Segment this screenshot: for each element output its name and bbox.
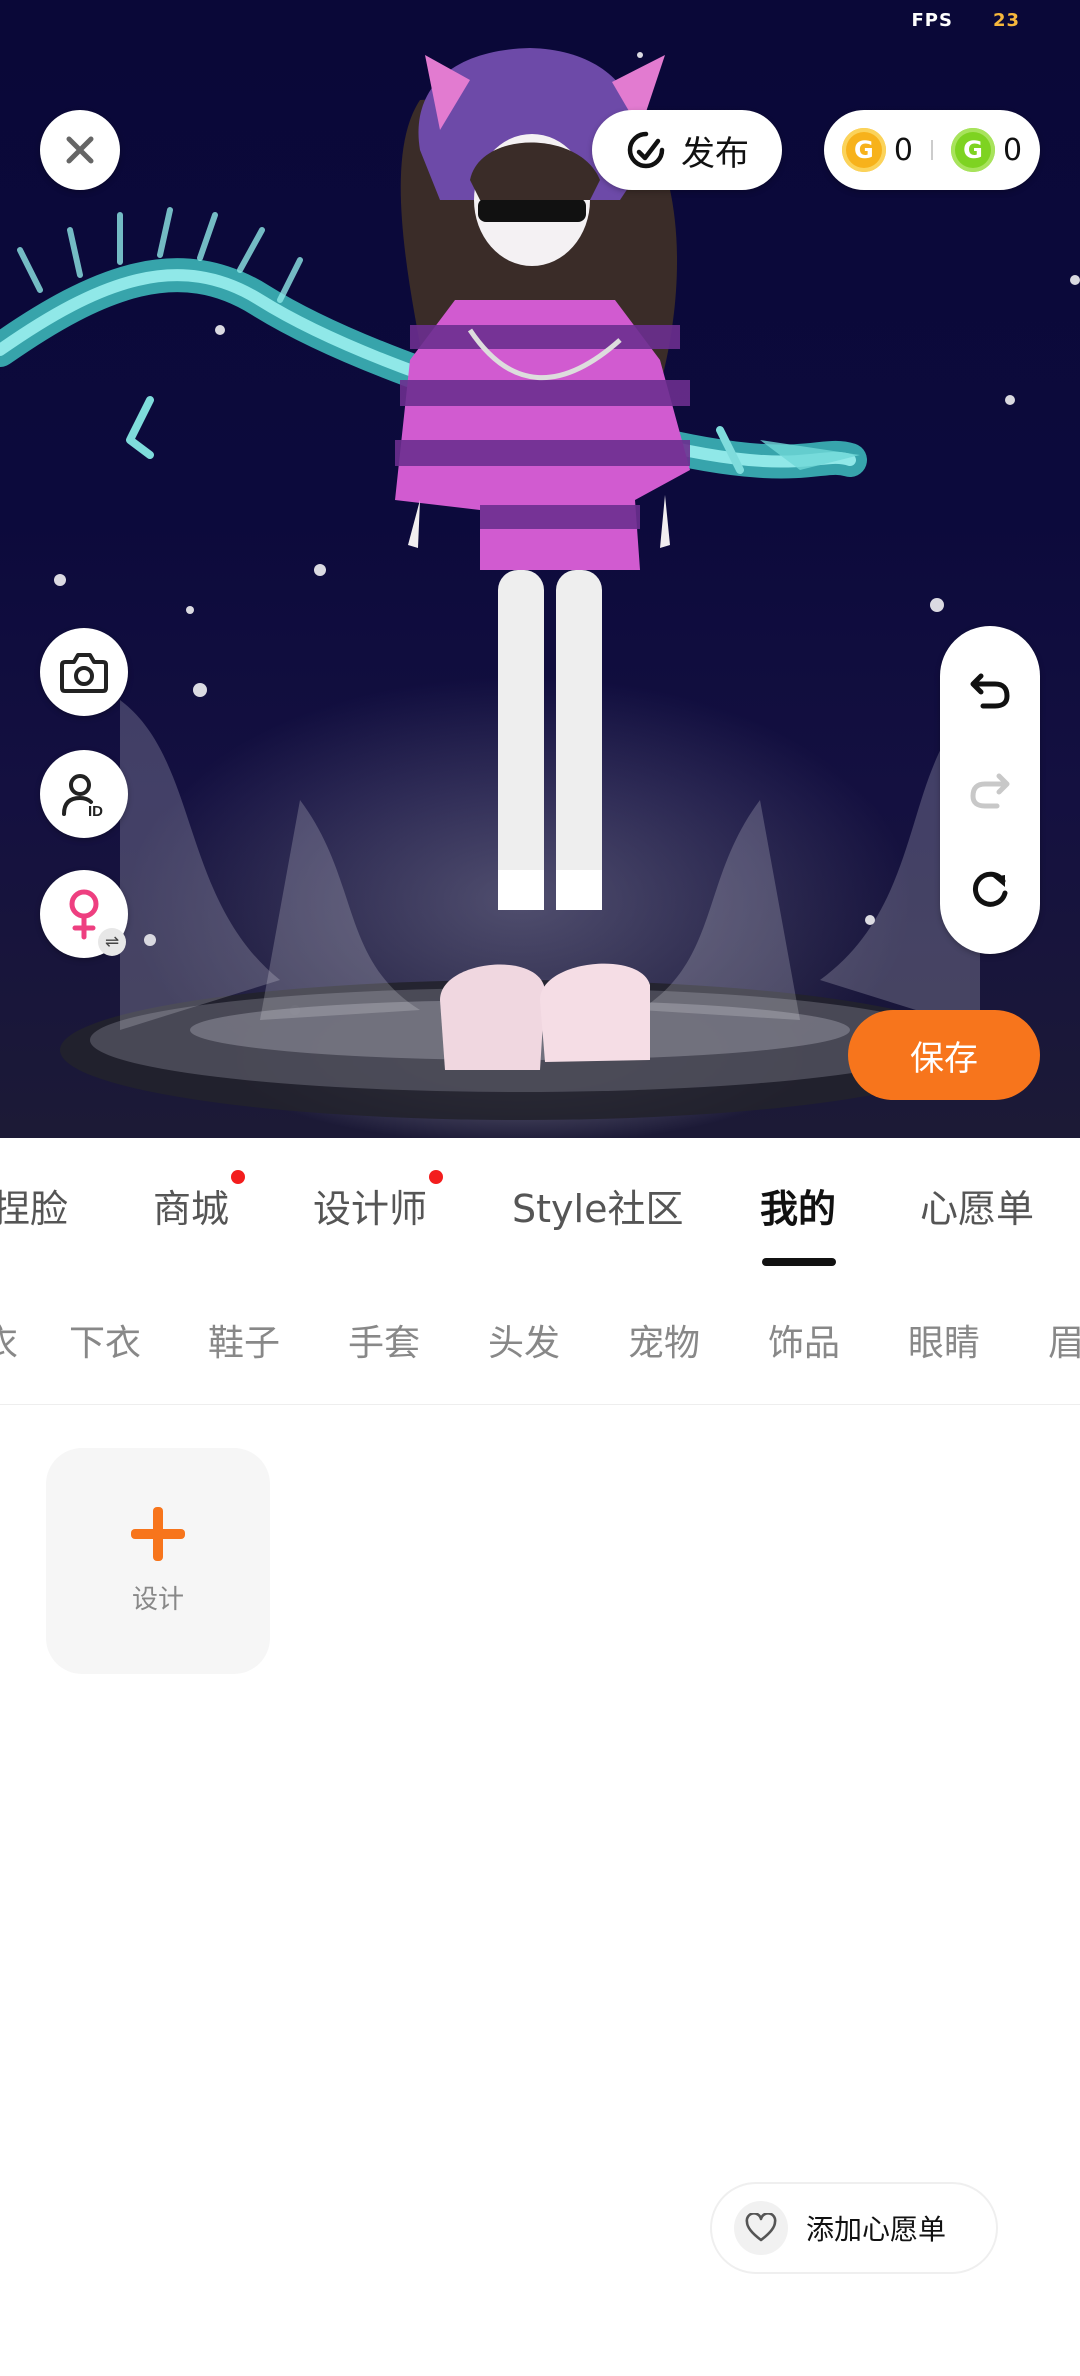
tab-label: 心愿单 [920,1187,1035,1231]
reset-button[interactable] [962,862,1018,918]
design-label: 设计 [131,1584,184,1615]
svg-text:ID: ID [88,803,103,818]
close-icon [66,136,94,164]
tab-wishlist[interactable]: 心愿单 [920,1178,1034,1233]
plus-icon [131,1506,185,1561]
user-id-icon: ID [62,774,103,818]
redo-button[interactable] [962,762,1018,818]
reset-icon [972,871,1008,907]
undo-button[interactable] [962,662,1018,718]
subtab-top[interactable]: 衣 [0,1314,18,1366]
tab-label: 捏脸 [0,1187,69,1231]
subtab-accessories[interactable]: 饰品 [768,1314,840,1366]
subtab-gloves[interactable]: 手套 [348,1314,420,1366]
gold-coin-icon: G [841,128,886,172]
heart-icon-wrap [734,2201,788,2255]
publish-label: 发布 [681,133,749,174]
subtab-hair[interactable]: 头发 [488,1314,560,1366]
subtab-eyes[interactable]: 眼睛 [908,1314,980,1366]
undo-icon [970,673,1010,709]
avatar-id-button[interactable]: ID [40,750,128,838]
heart-icon [745,2213,777,2242]
tab-face[interactable]: 捏脸 [0,1178,68,1233]
subtab-bottoms[interactable]: 下衣 [69,1314,141,1366]
tab-mine[interactable]: 我的 [760,1178,836,1233]
active-tab-indicator [762,1258,836,1266]
tab-mall[interactable]: 商城 [153,1170,246,1233]
subtab-shoes[interactable]: 鞋子 [208,1314,280,1366]
tab-style-community[interactable]: Style社区 [512,1178,683,1233]
subcategory-bar: 衣 下衣 鞋子 手套 头发 宠物 饰品 眼睛 眉 [0,1284,1080,1405]
coin-divider [931,140,933,160]
design-new-button[interactable]: 设计 [46,1448,270,1674]
avatar-3d-viewport[interactable]: FPS 23 发布 G 0 G 0 ID ⇌ 保存 [0,0,1080,1138]
subtab-pets[interactable]: 宠物 [628,1314,700,1366]
green-coin-value: 0 [1003,132,1023,168]
publish-icon [627,131,665,169]
wishlist-label: 添加心愿单 [806,2213,947,2246]
redo-icon [970,773,1010,809]
fps-label: FPS [911,10,953,31]
tab-label: 商城 [153,1187,230,1231]
notification-dot [429,1170,444,1184]
gold-coin-value: 0 [893,132,913,168]
history-controls [940,626,1040,954]
gender-switch-button[interactable]: ⇌ [40,870,128,958]
add-wishlist-button[interactable]: 添加心愿单 [710,2182,998,2274]
tab-label: 我的 [760,1187,837,1231]
main-tab-bar: 捏脸 商城 设计师 Style社区 我的 心愿单 [0,1138,1080,1285]
camera-icon [60,653,108,693]
swap-icon: ⇌ [98,928,126,956]
fps-value: 23 [992,10,1020,31]
subtab-eyebrows[interactable]: 眉 [1048,1314,1080,1366]
tab-designer[interactable]: 设计师 [313,1170,444,1233]
close-button[interactable] [40,110,120,190]
currency-balance[interactable]: G 0 G 0 [824,110,1040,190]
camera-button[interactable] [40,628,128,716]
publish-button[interactable]: 发布 [592,110,782,190]
fps-counter: FPS 23 [911,10,1020,31]
tab-label: Style社区 [512,1187,684,1231]
save-button[interactable]: 保存 [848,1010,1040,1100]
tab-label: 设计师 [313,1187,428,1231]
notification-dot [231,1170,246,1184]
green-coin-icon: G [951,128,995,172]
